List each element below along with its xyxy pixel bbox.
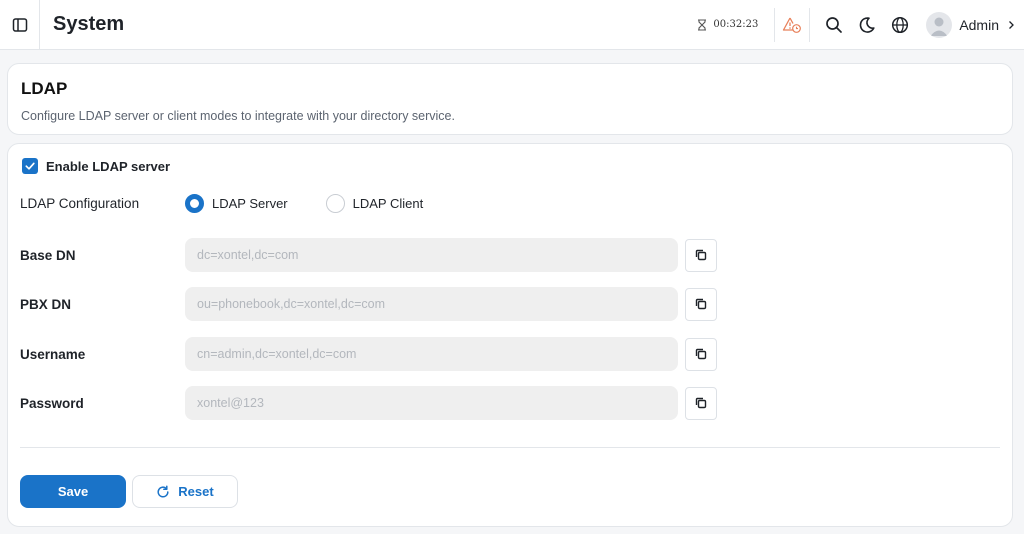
- avatar: [926, 11, 953, 38]
- enable-ldap-checkbox[interactable]: [22, 158, 38, 174]
- copy-icon: [695, 298, 707, 310]
- radio-label: LDAP Client: [352, 196, 424, 211]
- radio-option-ldap-client[interactable]: LDAP Client: [325, 194, 424, 213]
- reset-label: Reset: [178, 484, 214, 499]
- theme-toggle-button[interactable]: [851, 9, 883, 41]
- copy-icon: [695, 397, 707, 409]
- user-silhouette-icon: [930, 17, 948, 36]
- radio-option-ldap-server[interactable]: LDAP Server: [185, 194, 288, 213]
- copy-icon: [695, 249, 707, 261]
- base-dn-row: Base DN dc=xontel,dc=com: [20, 238, 717, 272]
- user-menu[interactable]: Admin: [926, 11, 1016, 38]
- search-icon: [826, 16, 843, 33]
- timer-value: 00:32:23: [713, 19, 759, 30]
- base-dn-label: Base DN: [20, 247, 76, 263]
- ldap-configuration-row: LDAP Configuration LDAP Server LDAP Clie…: [20, 194, 461, 213]
- pbx-dn-label: PBX DN: [20, 296, 72, 312]
- password-field[interactable]: xontel@123: [185, 386, 678, 420]
- sidebar-panel-icon: [12, 17, 27, 32]
- password-row: Password xontel@123: [20, 386, 717, 420]
- copy-password-button[interactable]: [685, 386, 717, 420]
- enable-ldap-checkbox-row[interactable]: Enable LDAP server: [22, 158, 170, 174]
- ldap-mode-radio-group: LDAP Server LDAP Client: [185, 194, 461, 213]
- session-timer: 00:32:23: [697, 18, 774, 31]
- top-bar: System 00:32:23 Admin: [0, 0, 1024, 50]
- checkmark-icon: [25, 162, 35, 170]
- pbx-dn-field[interactable]: ou=phonebook,dc=xontel,dc=com: [185, 287, 678, 321]
- ldap-form-card: Enable LDAP server LDAP Configuration LD…: [7, 143, 1013, 527]
- form-divider: [20, 447, 1000, 448]
- ldap-configuration-label: LDAP Configuration: [20, 196, 140, 211]
- copy-base-dn-button[interactable]: [685, 238, 717, 272]
- save-button[interactable]: Save: [20, 475, 126, 508]
- search-button[interactable]: [818, 9, 850, 41]
- chevron-right-icon: [1009, 20, 1014, 29]
- base-dn-field[interactable]: dc=xontel,dc=com: [185, 238, 678, 272]
- copy-username-button[interactable]: [685, 337, 717, 371]
- pbx-dn-row: PBX DN ou=phonebook,dc=xontel,dc=com: [20, 287, 717, 321]
- password-label: Password: [20, 395, 84, 411]
- username-field[interactable]: cn=admin,dc=xontel,dc=com: [185, 337, 678, 371]
- moon-icon: [859, 16, 875, 33]
- reset-icon: [157, 484, 169, 498]
- copy-pbx-dn-button[interactable]: [685, 287, 717, 321]
- ldap-client-radio[interactable]: [325, 194, 345, 213]
- sidebar-toggle-button[interactable]: [0, 0, 40, 50]
- warning-clock-icon: [783, 17, 802, 33]
- enable-ldap-label: Enable LDAP server: [46, 158, 171, 174]
- language-button[interactable]: [884, 9, 916, 41]
- username-label: Username: [20, 346, 86, 362]
- hourglass-icon: [698, 18, 707, 31]
- section-title: LDAP: [21, 79, 68, 98]
- section-description: Configure LDAP server or client modes to…: [21, 109, 455, 123]
- reset-button[interactable]: Reset: [132, 475, 238, 508]
- user-name: Admin: [959, 16, 999, 33]
- globe-icon: [892, 16, 909, 33]
- ldap-server-radio[interactable]: [185, 194, 204, 213]
- radio-label: LDAP Server: [212, 196, 288, 211]
- ldap-info-card: LDAP Configure LDAP server or client mod…: [7, 63, 1013, 135]
- alert-button[interactable]: [775, 16, 809, 34]
- page-title: System: [53, 13, 125, 35]
- copy-icon: [695, 348, 707, 360]
- username-row: Username cn=admin,dc=xontel,dc=com: [20, 337, 717, 371]
